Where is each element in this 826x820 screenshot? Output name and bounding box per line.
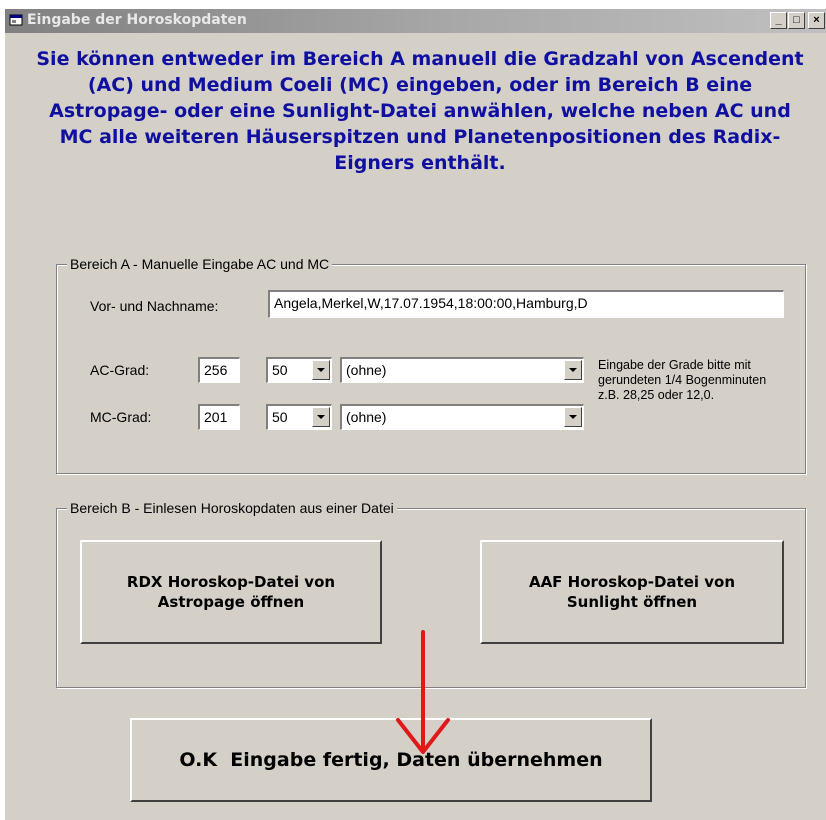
maximize-button[interactable]: □ — [788, 12, 805, 29]
aaf-open-button[interactable]: AAF Horoskop-Datei von Sunlight öffnen — [480, 540, 784, 644]
aaf-button-line2: Sunlight öffnen — [566, 593, 698, 611]
mc-option-select[interactable]: (ohne) — [340, 404, 584, 430]
ac-option-value: (ohne) — [346, 362, 387, 378]
ac-degree-input[interactable]: 256 — [198, 357, 240, 383]
intro-text: Sie können entweder im Bereich A manuell… — [36, 48, 804, 174]
window-title: Eingabe der Horoskopdaten — [27, 12, 247, 28]
ac-label: AC-Grad: — [90, 362, 150, 378]
rdx-button-line1: RDX Horoskop-Datei von — [126, 573, 336, 591]
mc-minutes-select[interactable]: 50 — [266, 404, 332, 430]
minimize-button[interactable]: _ — [770, 12, 787, 29]
rdx-open-button[interactable]: RDX Horoskop-Datei von Astropage öffnen — [80, 540, 382, 644]
close-button[interactable]: × — [808, 12, 825, 29]
chevron-down-icon[interactable] — [312, 407, 330, 427]
window-icon — [9, 14, 23, 26]
title-bar[interactable]: Eingabe der Horoskopdaten _ □ × — [5, 9, 826, 33]
ac-minutes-value: 50 — [272, 362, 288, 378]
ok-button-label: O.K Eingabe fertig, Daten übernehmen — [179, 749, 603, 771]
name-label: Vor- und Nachname: — [90, 298, 219, 314]
chevron-down-icon[interactable] — [564, 407, 582, 427]
mc-label: MC-Grad: — [90, 409, 152, 425]
ac-minutes-select[interactable]: 50 — [266, 357, 332, 383]
chevron-down-icon[interactable] — [564, 360, 582, 380]
group-a-legend: Bereich A - Manuelle Eingabe AC und MC — [67, 256, 333, 272]
chevron-down-icon[interactable] — [312, 360, 330, 380]
aaf-button-line1: AAF Horoskop-Datei von — [528, 573, 736, 591]
group-b-legend: Bereich B - Einlesen Horoskopdaten aus e… — [67, 500, 397, 516]
degree-hint: Eingabe der Grade bitte mit gerundeten 1… — [598, 358, 767, 402]
mc-minutes-value: 50 — [272, 409, 288, 425]
rdx-button-line2: Astropage öffnen — [157, 593, 305, 611]
name-input[interactable]: Angela,Merkel,W,17.07.1954,18:00:00,Hamb… — [268, 290, 784, 318]
ok-button[interactable]: O.K Eingabe fertig, Daten übernehmen — [130, 718, 652, 802]
mc-degree-input[interactable]: 201 — [198, 404, 240, 430]
mc-option-value: (ohne) — [346, 409, 387, 425]
ac-option-select[interactable]: (ohne) — [340, 357, 584, 383]
